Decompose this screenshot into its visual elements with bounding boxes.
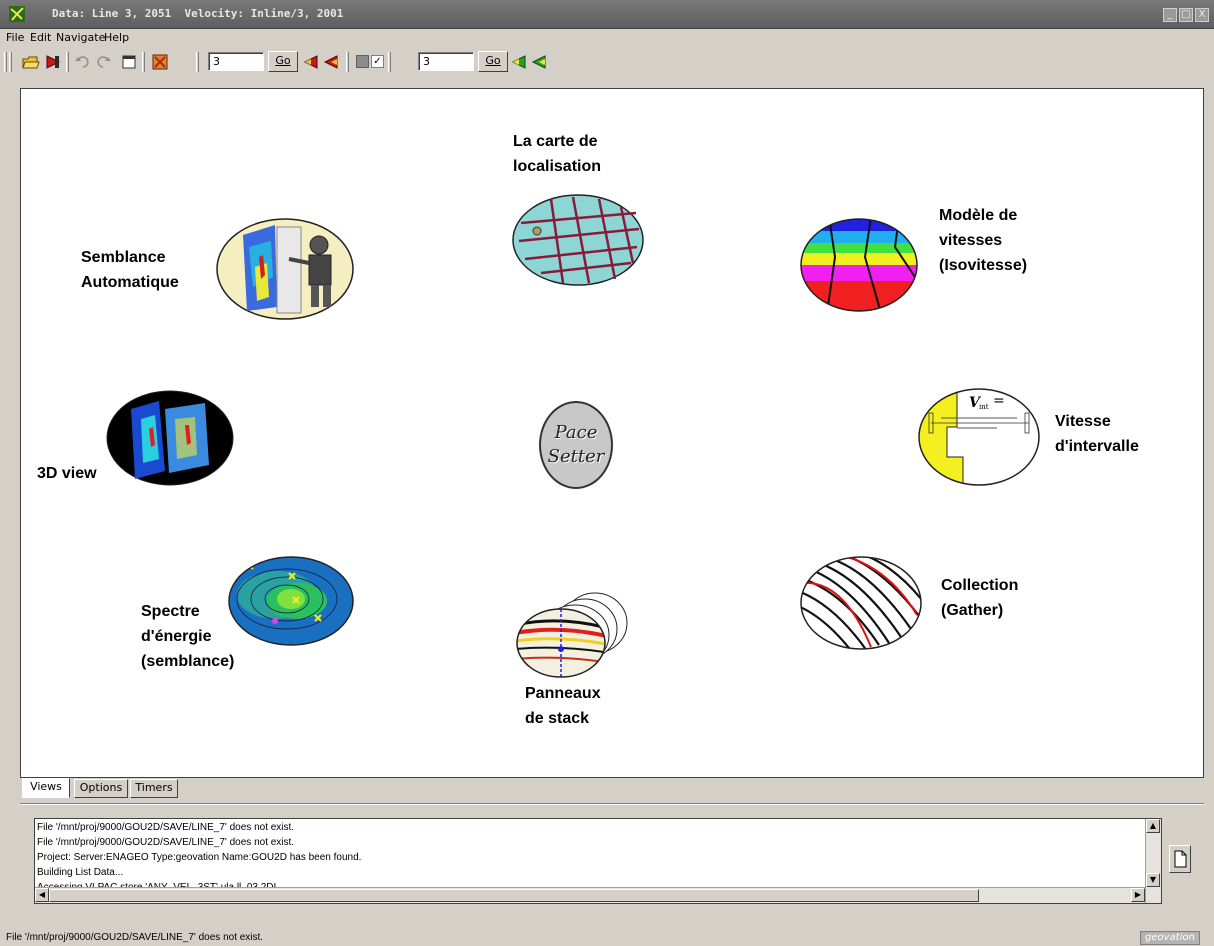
data-go-button[interactable]: Go: [268, 51, 298, 72]
pace-setter-line1: Pace: [554, 422, 598, 443]
semblance-automatique-node[interactable]: [215, 217, 355, 321]
undo-icon[interactable]: [74, 53, 92, 71]
svg-text:=: =: [993, 393, 1005, 409]
tab-views[interactable]: Views: [22, 778, 70, 798]
pace-setter-line2: Setter: [547, 446, 605, 467]
scroll-up-icon[interactable]: ▲: [1146, 819, 1160, 833]
panneaux-stack-label: Panneaux de stack: [525, 685, 601, 727]
minimize-button[interactable]: _: [1163, 8, 1177, 22]
velocity-line-input[interactable]: 3: [418, 52, 474, 71]
scroll-thumb[interactable]: [49, 889, 979, 902]
menu-help[interactable]: Help: [104, 31, 129, 44]
menu-edit[interactable]: Edit: [30, 31, 51, 44]
vitesse-intervalle-label: Vitesse d'intervalle: [1055, 413, 1139, 455]
data-line-input[interactable]: 3: [208, 52, 264, 71]
document-icon: [1174, 850, 1187, 868]
geovation-logo: geovation: [1140, 931, 1200, 945]
spectre-energie-label: Spectre d'énergie (semblance): [141, 603, 235, 670]
svg-text:int: int: [979, 403, 989, 411]
scroll-right-icon[interactable]: ▶: [1131, 888, 1145, 902]
data-go-label: Go: [275, 54, 291, 67]
log-vertical-scrollbar[interactable]: ▲ ▼: [1145, 819, 1161, 903]
open-folder-icon[interactable]: [22, 53, 40, 71]
velocity-go-button[interactable]: Go: [478, 51, 508, 72]
new-window-icon[interactable]: [120, 53, 138, 71]
log-line: Project: Server:ENAGEO Type:geovation Na…: [37, 852, 362, 863]
toolbar-separator: [142, 52, 145, 72]
collection-gather-node[interactable]: [799, 555, 923, 651]
toolbar-separator: [196, 52, 199, 72]
modele-vitesses-node[interactable]: [799, 217, 919, 313]
status-bar: File '/mnt/proj/9000/GOU2D/SAVE/LINE_7' …: [0, 928, 1214, 946]
tab-timers[interactable]: Timers: [130, 779, 178, 798]
log-line: Building List Data...: [37, 867, 124, 878]
message-log: File '/mnt/proj/9000/GOU2D/SAVE/LINE_7' …: [34, 818, 1162, 904]
maximize-button[interactable]: □: [1179, 8, 1193, 22]
modele-vitesses-label: Modèle de vitesses (Isovitesse): [939, 207, 1028, 274]
carte-localisation-node[interactable]: [511, 193, 645, 287]
flag-map-icon[interactable]: [151, 53, 169, 71]
toolbar: 3 Go ✓ 3 Go: [0, 47, 1214, 77]
menu-bar: File Edit Navigate Help: [0, 29, 1214, 47]
divider: [20, 803, 1204, 805]
sync-checkbox[interactable]: ✓: [371, 55, 384, 68]
toolbar-separator: [346, 52, 349, 72]
semblance-automatique-label: Semblance Automatique: [81, 249, 179, 291]
pace-setter-hub[interactable]: Pace Setter: [539, 401, 613, 489]
toolbar-separator: [388, 52, 391, 72]
window-title: Data: Line 3, 2051 Velocity: Inline/3, 2…: [52, 7, 344, 20]
next-line-green-icon[interactable]: [530, 53, 548, 71]
collection-gather-label: Collection (Gather): [941, 577, 1019, 619]
prev-line-red-icon[interactable]: [302, 53, 320, 71]
spectre-energie-node[interactable]: [227, 555, 355, 647]
prev-line-green-icon[interactable]: [510, 53, 528, 71]
clear-log-button[interactable]: [1169, 845, 1191, 873]
color-swatch[interactable]: [356, 55, 369, 68]
scroll-left-icon[interactable]: ◀: [35, 888, 49, 902]
velocity-go-label: Go: [485, 54, 501, 67]
view-3d-label: 3D view: [37, 465, 97, 482]
views-canvas: Semblance Automatique La carte de locali…: [20, 88, 1204, 778]
vitesse-intervalle-node[interactable]: V int =: [917, 387, 1041, 487]
log-line: File '/mnt/proj/9000/GOU2D/SAVE/LINE_7' …: [37, 837, 295, 848]
status-text: File '/mnt/proj/9000/GOU2D/SAVE/LINE_7' …: [6, 932, 264, 943]
toolbar-grip[interactable]: [4, 52, 7, 72]
menu-file[interactable]: File: [6, 31, 24, 44]
carte-localisation-label: La carte de localisation: [513, 133, 602, 175]
title-bar: Data: Line 3, 2051 Velocity: Inline/3, 2…: [0, 0, 1214, 29]
redo-icon[interactable]: [94, 53, 112, 71]
menu-navigate[interactable]: Navigate: [56, 31, 105, 44]
tab-options[interactable]: Options: [74, 779, 128, 798]
panneaux-stack-node[interactable]: [515, 585, 629, 681]
toolbar-grip[interactable]: [9, 52, 12, 72]
close-button[interactable]: X: [1195, 8, 1209, 22]
log-line: File '/mnt/proj/9000/GOU2D/SAVE/LINE_7' …: [37, 822, 295, 833]
back-arrow-red-icon[interactable]: [44, 53, 62, 71]
view-3d-node[interactable]: [105, 389, 235, 487]
log-horizontal-scrollbar[interactable]: ◀ ▶: [35, 887, 1145, 903]
app-icon: [9, 6, 25, 22]
next-line-red-icon[interactable]: [322, 53, 340, 71]
scroll-down-icon[interactable]: ▼: [1146, 873, 1160, 887]
toolbar-separator: [66, 52, 69, 72]
